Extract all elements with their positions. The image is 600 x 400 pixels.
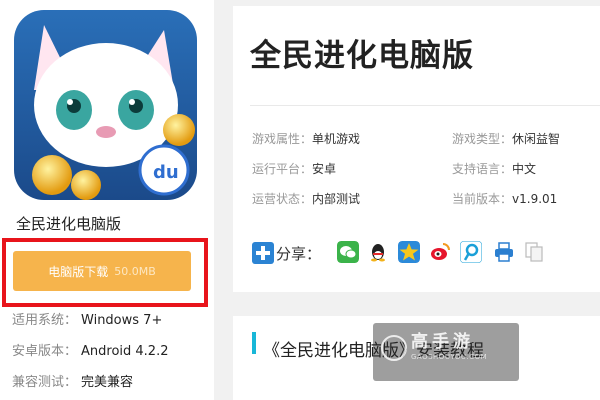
app-icon-image[interactable]: du — [14, 10, 197, 200]
wechat-icon[interactable] — [337, 241, 359, 263]
download-button[interactable]: 电脑版下载 50.0MB — [13, 251, 191, 291]
info-key: 安卓版本： — [12, 344, 78, 359]
app-name: 全民进化电脑版 — [16, 215, 122, 233]
info-value: 完美兼容 — [81, 375, 134, 390]
page-title: 全民进化电脑版 — [250, 38, 474, 74]
attr-platform: 运行平台：安卓 — [252, 160, 336, 177]
qzone-icon[interactable] — [398, 241, 420, 263]
watermark-logo-icon — [381, 335, 407, 361]
plus-icon[interactable] — [252, 242, 274, 264]
divider — [250, 105, 600, 106]
svg-text:du: du — [153, 162, 179, 183]
watermark-text: 高手游 — [411, 332, 474, 352]
attr-language: 支持语言：中文 — [452, 160, 536, 177]
info-value: Android 4.2.2 — [81, 344, 169, 359]
attr-version: 当前版本：v1.9.01 — [452, 190, 557, 207]
attr-value: v1.9.01 — [512, 192, 558, 206]
baidu-du-badge: du — [138, 144, 190, 196]
attr-status: 运营状态：内部测试 — [252, 190, 360, 207]
info-value: Windows 7+ — [81, 313, 163, 328]
attr-value: 中文 — [512, 162, 537, 176]
download-label: 电脑版下载 — [48, 264, 109, 279]
app-card: du 全民进化电脑版 电脑版下载 50.0MB 适用系统： Windows 7+ … — [0, 0, 214, 400]
info-key: 适用系统： — [12, 313, 78, 328]
watermark-subtext: GAOSHOUYOU.COM — [411, 353, 488, 361]
attr-key: 运营状态： — [252, 192, 313, 206]
attr-key: 当前版本： — [452, 192, 513, 206]
attr-key: 支持语言： — [452, 162, 513, 176]
tencent-weibo-icon[interactable] — [460, 241, 482, 263]
info-row-compat: 兼容测试： 完美兼容 — [12, 371, 133, 390]
qq-icon[interactable] — [367, 241, 389, 263]
info-row-system: 适用系统： Windows 7+ — [12, 309, 162, 328]
section-accent-bar — [252, 332, 256, 354]
attr-value: 安卓 — [312, 162, 337, 176]
attr-key: 游戏属性： — [252, 132, 313, 146]
download-size: 50.0MB — [114, 264, 156, 278]
attr-game-property: 游戏属性：单机游戏 — [252, 130, 360, 147]
attr-value: 内部测试 — [312, 192, 361, 206]
copy-icon[interactable] — [523, 241, 545, 263]
attr-value: 休闲益智 — [512, 132, 561, 146]
game-detail-card: 全民进化电脑版 游戏属性：单机游戏 游戏类型：休闲益智 运行平台：安卓 支持语言… — [233, 6, 600, 292]
attr-key: 运行平台： — [252, 162, 313, 176]
attr-value: 单机游戏 — [312, 132, 361, 146]
site-watermark: 高手游 GAOSHOUYOU.COM — [373, 323, 519, 381]
info-row-android: 安卓版本： Android 4.2.2 — [12, 340, 169, 359]
weibo-icon[interactable] — [429, 241, 451, 263]
info-key: 兼容测试： — [12, 375, 78, 390]
share-label: 分享： — [276, 245, 322, 263]
print-icon[interactable] — [493, 241, 515, 263]
attr-game-type: 游戏类型：休闲益智 — [452, 130, 560, 147]
attr-key: 游戏类型： — [452, 132, 513, 146]
